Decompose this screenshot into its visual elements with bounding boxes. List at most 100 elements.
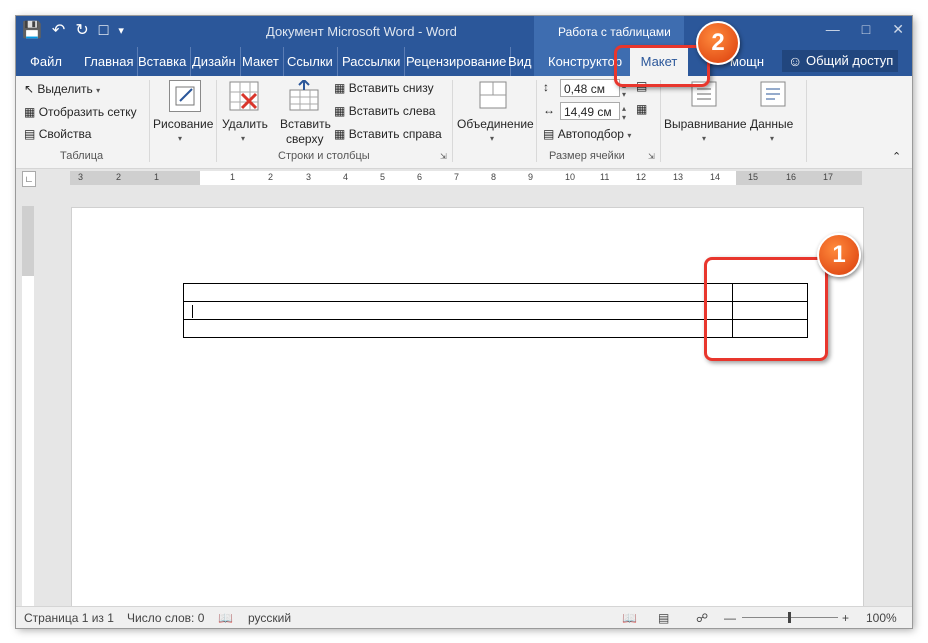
distribute-columns-icon[interactable]: ▦ — [636, 102, 647, 116]
data-dropdown-icon[interactable]: ▾ — [770, 134, 774, 143]
zoom-out-icon[interactable]: — — [724, 611, 736, 625]
group-separator — [806, 80, 807, 162]
tab-mailings[interactable]: Рассылки — [338, 47, 406, 76]
highlight-table-column — [704, 257, 828, 361]
page-count[interactable]: Страница 1 из 1 — [24, 611, 114, 625]
customize-qat-icon[interactable]: ▾ — [118, 20, 124, 42]
ruler-margin-left — [70, 171, 200, 185]
tab-file[interactable]: Файл — [26, 47, 66, 76]
tab-review[interactable]: Рецензирование — [402, 47, 512, 76]
redo-icon[interactable]: ↻ — [75, 20, 88, 42]
rows-cols-group-label: Строки и столбцы — [278, 150, 370, 162]
table-cell[interactable] — [183, 283, 733, 302]
insert-left-icon: ▦ — [334, 104, 346, 118]
ribbon-tabs: Файл Главная Вставка Дизайн Макет Ссылки… — [16, 47, 912, 76]
highlight-layout-tab — [614, 45, 710, 87]
ruler-number: 11 — [600, 172, 610, 182]
delete-button[interactable]: Удалить — [222, 117, 268, 131]
properties-icon: ▤ — [24, 127, 36, 141]
draw-icon — [169, 80, 201, 112]
ruler-number: 16 — [786, 172, 797, 182]
ribbon: ↖ Выделить ▾ ▦ Отобразить сетку ▤ Свойст… — [16, 76, 912, 169]
zoom-slider-thumb[interactable] — [788, 612, 791, 623]
cell-size-launcher-icon[interactable]: ⇲ — [648, 152, 655, 161]
ruler-number: 15 — [748, 172, 759, 182]
insert-left-label: Вставить слева — [348, 104, 436, 118]
new-doc-icon[interactable]: □ — [99, 20, 109, 42]
person-icon: ☺ — [788, 53, 803, 69]
zoom-level[interactable]: 100% — [866, 611, 897, 625]
ruler-number: 3 — [78, 172, 84, 182]
alignment-button[interactable]: Выравнивание — [664, 117, 747, 131]
insert-below-label: Вставить снизу — [348, 81, 434, 95]
cell-size-group-label: Размер ячейки — [549, 150, 625, 162]
tab-design[interactable]: Дизайн — [188, 47, 241, 76]
draw-button[interactable]: Рисование — [153, 117, 213, 131]
show-grid-label: Отобразить сетку — [38, 105, 137, 119]
tab-selector[interactable]: ∟ — [22, 171, 36, 187]
proofing-icon[interactable]: 📖 — [218, 611, 233, 625]
table-cell[interactable] — [183, 301, 733, 320]
draw-dropdown-icon[interactable]: ▾ — [178, 134, 182, 143]
insert-left-button[interactable]: ▦ Вставить слева — [334, 104, 435, 118]
title-bar: 💾 ↶ ↻ □ ▾ Документ Microsoft Word - Word… — [16, 16, 912, 47]
read-mode-icon[interactable]: 📖 — [622, 611, 637, 625]
context-title: Работа с таблицами — [558, 25, 671, 39]
tab-insert[interactable]: Вставка — [134, 47, 192, 76]
ruler-number: 4 — [343, 172, 349, 182]
save-icon[interactable]: 💾 — [22, 20, 42, 42]
table-cell[interactable] — [183, 319, 733, 338]
select-button[interactable]: ↖ Выделить ▾ — [24, 82, 100, 96]
ruler-number: 3 — [306, 172, 312, 182]
print-layout-icon[interactable]: ▤ — [658, 611, 669, 625]
data-button[interactable]: Данные — [750, 117, 793, 131]
text-cursor — [192, 304, 193, 318]
zoom-in-icon[interactable]: + — [842, 611, 849, 625]
insert-below-button[interactable]: ▦ Вставить снизу — [334, 81, 434, 95]
data-icon — [759, 80, 787, 111]
horizontal-ruler[interactable]: 3 2 1 1 2 3 4 5 6 7 8 9 10 11 12 13 14 1… — [70, 171, 862, 185]
share-button[interactable]: ☺ Общий доступ — [782, 50, 898, 72]
row-height-input[interactable]: 0,48 см — [560, 79, 620, 97]
tab-references[interactable]: Ссылки — [283, 47, 338, 76]
undo-icon[interactable]: ↶ — [52, 20, 65, 42]
ruler-number: 13 — [673, 172, 684, 182]
insert-above-label-2[interactable]: сверху — [286, 132, 323, 146]
insert-above-label-1[interactable]: Вставить — [280, 117, 331, 131]
dialog-launcher-icon[interactable]: ⇲ — [440, 152, 447, 161]
alignment-dropdown-icon[interactable]: ▾ — [702, 134, 706, 143]
vertical-ruler[interactable] — [22, 206, 34, 606]
autofit-label: Автоподбор — [557, 127, 624, 141]
ruler-number: 9 — [528, 172, 534, 182]
minimize-icon[interactable]: — — [826, 21, 840, 38]
web-layout-icon[interactable]: ☍ — [696, 611, 708, 625]
delete-dropdown-icon[interactable]: ▾ — [241, 134, 245, 143]
grid-icon: ▦ — [24, 105, 36, 119]
column-width-stepper[interactable]: ▴ ▾ — [622, 104, 626, 122]
close-icon[interactable]: ✕ — [892, 21, 904, 38]
language-indicator[interactable]: русский — [248, 611, 291, 625]
status-bar: Страница 1 из 1 Число слов: 0 📖 русский … — [16, 606, 912, 628]
insert-right-button[interactable]: ▦ Вставить справа — [334, 127, 442, 141]
tab-home[interactable]: Главная — [80, 47, 139, 76]
tab-view[interactable]: Вид — [504, 47, 536, 76]
show-grid-button[interactable]: ▦ Отобразить сетку — [24, 105, 137, 119]
autofit-button[interactable]: ▤ Автоподбор ▾ — [543, 127, 631, 141]
ruler-number: 17 — [823, 172, 834, 182]
ruler-number: 10 — [565, 172, 576, 182]
merge-button[interactable]: Объединение — [457, 117, 534, 131]
select-label: Выделить — [37, 82, 93, 96]
delete-table-icon — [228, 80, 260, 115]
insert-right-icon: ▦ — [334, 127, 346, 141]
merge-dropdown-icon[interactable]: ▾ — [490, 134, 494, 143]
word-count[interactable]: Число слов: 0 — [127, 611, 204, 625]
collapse-ribbon-icon[interactable]: ⌃ — [892, 150, 901, 163]
properties-button[interactable]: ▤ Свойства — [24, 127, 91, 141]
properties-label: Свойства — [38, 127, 92, 141]
ruler-number: 1 — [154, 172, 160, 182]
document-title: Документ Microsoft Word - Word — [266, 24, 457, 39]
tab-layout[interactable]: Макет — [238, 47, 284, 76]
maximize-icon[interactable]: □ — [862, 21, 870, 38]
quick-access-toolbar: 💾 ↶ ↻ □ ▾ — [22, 20, 124, 42]
column-width-input[interactable]: 14,49 см — [560, 102, 620, 120]
